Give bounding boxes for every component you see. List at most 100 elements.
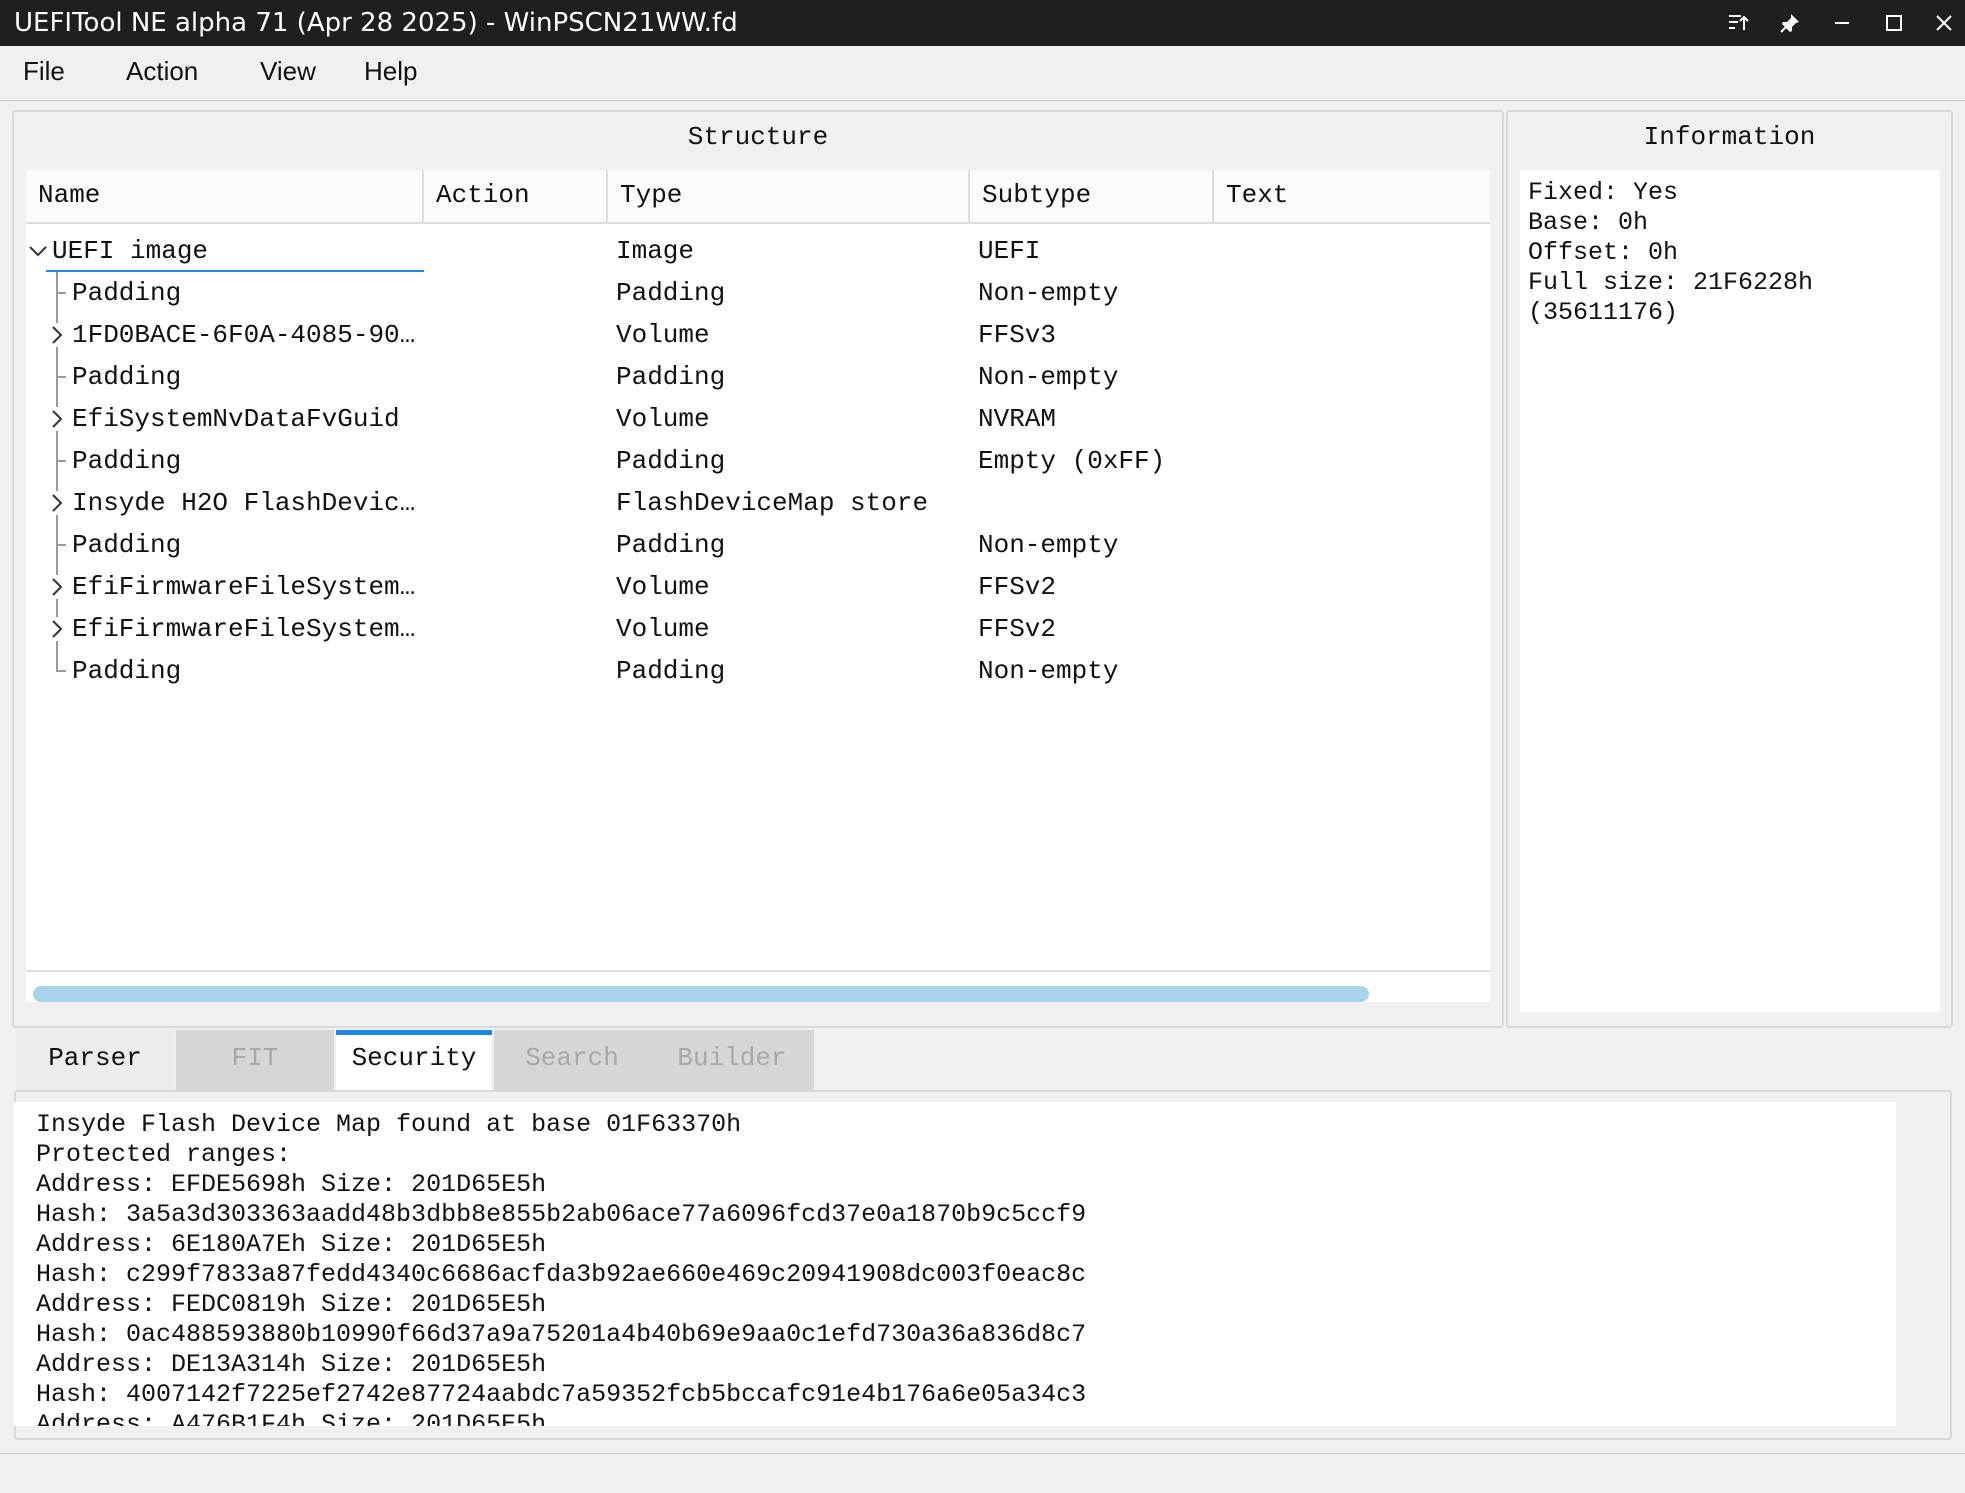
tab-security[interactable]: Security xyxy=(336,1030,492,1092)
tree-cell-type: Padding xyxy=(616,278,726,308)
tree-cell-type: Volume xyxy=(616,572,710,602)
tree-guide-line xyxy=(56,650,58,671)
tree-cell-subtype: FFSv2 xyxy=(978,572,1057,602)
tree-cell-subtype: Non-empty xyxy=(978,656,1119,686)
tree-guide-branch xyxy=(56,670,66,672)
column-header-name[interactable]: Name xyxy=(26,170,424,224)
tree-cell-subtype: FFSv2 xyxy=(978,614,1057,644)
menu-view[interactable]: View xyxy=(260,56,316,87)
tree-cell-name: Padding xyxy=(72,530,182,560)
information-text: Fixed: Yes Base: 0h Offset: 0h Full size… xyxy=(1520,170,1940,1012)
tree-cell-name: Padding xyxy=(72,278,182,308)
tree-cell-type: Padding xyxy=(616,656,726,686)
log-line: Hash: c299f7833a87fedd4340c6686acfda3b92… xyxy=(36,1260,1087,1289)
chevron-right-icon[interactable] xyxy=(48,491,66,515)
tree-cell-name: Padding xyxy=(72,362,182,392)
column-header-type[interactable]: Type xyxy=(608,170,970,224)
tab-fit[interactable]: FIT xyxy=(176,1030,334,1092)
log-line: Protected ranges: xyxy=(36,1140,292,1169)
tree-row[interactable]: EfiSystemNvDataFvGuid Volume NVRAM xyxy=(26,398,1490,440)
chevron-right-icon[interactable] xyxy=(48,323,66,347)
column-header-action[interactable]: Action xyxy=(424,170,608,224)
structure-tree[interactable]: Name Action Type Subtype Text UEFI image… xyxy=(26,170,1490,1002)
tree-row[interactable]: UEFI image Image UEFI xyxy=(26,230,1490,272)
info-offset: Offset: 0h xyxy=(1528,238,1679,267)
tree-row[interactable]: EfiFirmwareFileSystem… Volume FFSv2 xyxy=(26,608,1490,650)
tree-guide-branch xyxy=(56,292,66,294)
tree-row[interactable]: Padding Padding Non-empty xyxy=(26,272,1490,314)
window-title: UEFITool NE alpha 71 (Apr 28 2025) - Win… xyxy=(14,8,738,38)
tree-cell-subtype: Non-empty xyxy=(978,530,1119,560)
tree-cell-name: Padding xyxy=(72,656,182,686)
tree-cell-subtype: NVRAM xyxy=(978,404,1057,434)
minimize-icon[interactable] xyxy=(1816,0,1868,46)
structure-title: Structure xyxy=(687,122,829,152)
tree-cell-name: EfiFirmwareFileSystem… xyxy=(72,572,416,602)
menu-file[interactable]: File xyxy=(23,56,65,87)
chevron-right-icon[interactable] xyxy=(48,617,66,641)
status-bar xyxy=(0,1453,1965,1493)
tree-row[interactable]: Padding Padding Non-empty xyxy=(26,524,1490,566)
info-base: Base: 0h xyxy=(1528,208,1649,237)
tree-cell-type: Volume xyxy=(616,320,710,350)
tree-cell-type: Padding xyxy=(616,362,726,392)
tree-row[interactable]: Padding Padding Non-empty xyxy=(26,650,1490,692)
information-title: Information xyxy=(1643,122,1816,152)
tree-cell-type: FlashDeviceMap store xyxy=(616,488,929,518)
tree-cell-type: Padding xyxy=(616,530,726,560)
tree-cell-name: EfiFirmwareFileSystem… xyxy=(72,614,416,644)
log-line: Hash: 3a5a3d303363aadd48b3dbb8e855b2ab06… xyxy=(36,1200,1087,1229)
tab-parser[interactable]: Parser xyxy=(16,1030,174,1092)
info-full-size: Full size: 21F6228h xyxy=(1528,268,1814,297)
log-line: Hash: 4007142f7225ef2742e87724aabdc7a593… xyxy=(36,1380,1087,1409)
info-full-size-decimal: (35611176) xyxy=(1528,298,1679,327)
tree-cell-name: Insyde H2O FlashDevic… xyxy=(72,488,416,518)
tree-row[interactable]: Padding Padding Non-empty xyxy=(26,356,1490,398)
tree-cell-subtype: Empty (0xFF) xyxy=(978,446,1166,476)
log-line: Address: FEDC0819h Size: 201D65E5h xyxy=(36,1290,547,1319)
log-line: Address: 6E180A7Eh Size: 201D65E5h xyxy=(36,1230,547,1259)
maximize-icon[interactable] xyxy=(1868,0,1920,46)
tree-divider xyxy=(26,970,1490,972)
chevron-down-icon[interactable] xyxy=(28,239,47,263)
tree-row[interactable]: EfiFirmwareFileSystem… Volume FFSv2 xyxy=(26,566,1490,608)
menu-action[interactable]: Action xyxy=(126,56,198,87)
column-header-text[interactable]: Text xyxy=(1214,170,1490,224)
tree-cell-subtype: FFSv3 xyxy=(978,320,1057,350)
menu-bar: File Action View Help xyxy=(0,46,1965,101)
tree-guide-branch xyxy=(56,544,66,546)
tree-cell-type: Volume xyxy=(616,614,710,644)
tree-cell-type: Padding xyxy=(616,446,726,476)
chevron-right-icon[interactable] xyxy=(48,575,66,599)
info-fixed: Fixed: Yes xyxy=(1528,178,1679,207)
pin-icon[interactable] xyxy=(1764,0,1816,46)
tree-cell-name: 1FD0BACE-6F0A-4085-90… xyxy=(72,320,416,350)
tree-cell-subtype: Non-empty xyxy=(978,278,1119,308)
tree-cell-name: EfiSystemNvDataFvGuid xyxy=(72,404,400,434)
log-line: Hash: 0ac488593880b10990f66d37a9a75201a4… xyxy=(36,1320,1087,1349)
chevron-right-icon[interactable] xyxy=(48,407,66,431)
tree-guide-branch xyxy=(56,460,66,462)
tree-row[interactable]: Insyde H2O FlashDevic… FlashDeviceMap sto… xyxy=(26,482,1490,524)
menu-help[interactable]: Help xyxy=(364,56,417,87)
tab-builder[interactable]: Builder xyxy=(650,1030,814,1092)
tree-guide-branch xyxy=(56,376,66,378)
log-line: Address: A476B1F4h Size: 201D65E5h xyxy=(36,1410,547,1426)
log-line: Address: DE13A314h Size: 201D65E5h xyxy=(36,1350,547,1379)
title-bar: UEFITool NE alpha 71 (Apr 28 2025) - Win… xyxy=(0,0,1965,46)
horizontal-scrollbar[interactable] xyxy=(33,986,1369,1002)
sort-icon[interactable] xyxy=(1712,0,1764,46)
tab-search[interactable]: Search xyxy=(494,1030,650,1092)
tree-row[interactable]: 1FD0BACE-6F0A-4085-90… Volume FFSv3 xyxy=(26,314,1490,356)
log-line: Address: EFDE5698h Size: 201D65E5h xyxy=(36,1170,547,1199)
close-icon[interactable] xyxy=(1918,0,1965,46)
tree-cell-subtype: Non-empty xyxy=(978,362,1119,392)
tree-cell-type: Image xyxy=(616,236,695,266)
column-header-subtype[interactable]: Subtype xyxy=(970,170,1214,224)
tree-row[interactable]: Padding Padding Empty (0xFF) xyxy=(26,440,1490,482)
tree-cell-name: Padding xyxy=(72,446,182,476)
tree-cell-type: Volume xyxy=(616,404,710,434)
tree-cell-name: UEFI image xyxy=(52,236,209,266)
log-line: Insyde Flash Device Map found at base 01… xyxy=(36,1110,742,1139)
security-log[interactable]: Insyde Flash Device Map found at base 01… xyxy=(14,1102,1896,1426)
